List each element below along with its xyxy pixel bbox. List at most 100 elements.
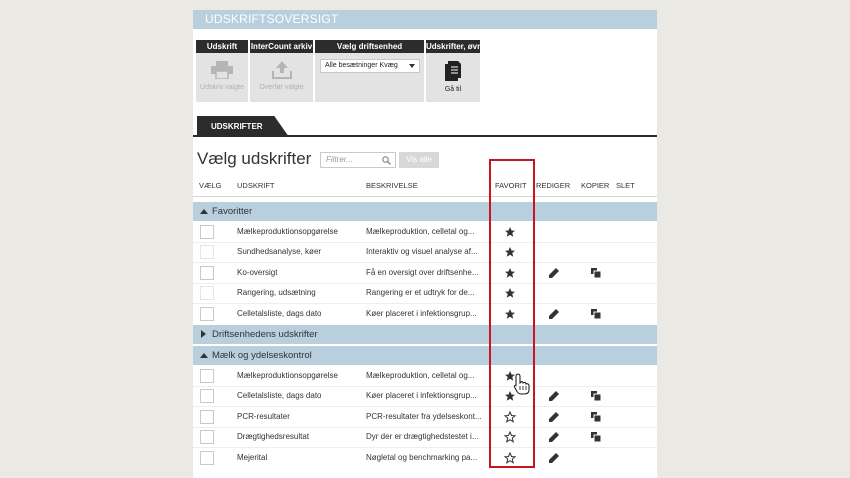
section-title: Driftsenhedens udskrifter: [212, 329, 318, 340]
chevron-up-icon: [200, 353, 208, 358]
report-name[interactable]: Ko-oversigt: [237, 268, 277, 277]
chevron-up-icon: [200, 209, 208, 214]
report-name[interactable]: Rangering, udsætning: [237, 288, 316, 297]
row-checkbox[interactable]: [200, 307, 214, 321]
row-checkbox[interactable]: [200, 245, 214, 259]
unit-group: Vælg driftsenhed Alle besætninger Kvæg: [315, 40, 424, 102]
hand-pointer-icon: [513, 373, 530, 395]
report-description: Dyr der er drægtighedstestet i...: [366, 432, 479, 441]
goto-label: Gå til: [444, 86, 462, 93]
col-header-copy: KOPIER: [581, 181, 610, 190]
report-description: Mælkeproduktion, celletal og...: [366, 227, 475, 236]
copy-icon[interactable]: [591, 412, 601, 422]
printer-icon: [211, 61, 233, 79]
report-description: Rangering er et udtryk for de...: [366, 288, 475, 297]
star-filled-icon[interactable]: [504, 267, 516, 279]
table-row: Celletalsliste, dags dato Køer placeret …: [193, 386, 657, 406]
table-row: Mælkeproduktionsopgørelse Mælkeproduktio…: [193, 366, 657, 386]
pencil-icon[interactable]: [549, 432, 559, 442]
report-name[interactable]: Mælkeproduktionsopgørelse: [237, 227, 338, 236]
unit-select[interactable]: Alle besætninger Kvæg: [320, 59, 420, 73]
star-outline-icon[interactable]: [504, 452, 516, 464]
table-row: Mejerital Nøgletal og benchmarking pa...: [193, 448, 657, 468]
col-header-edit: REDIGER: [536, 181, 571, 190]
report-description: Nøgletal og benchmarking pa...: [366, 453, 478, 462]
col-header-description: BESKRIVELSE: [366, 181, 418, 190]
tab-bar: UDSKRIFTER: [193, 116, 657, 137]
row-checkbox[interactable]: [200, 369, 214, 383]
copy-icon[interactable]: [591, 268, 601, 278]
row-checkbox[interactable]: [200, 286, 214, 300]
star-filled-icon[interactable]: [504, 226, 516, 238]
goto-button[interactable]: Gå til: [426, 53, 480, 102]
pencil-icon[interactable]: [549, 453, 559, 463]
report-description: Interaktiv og visuel analyse af...: [366, 247, 478, 256]
copy-icon[interactable]: [591, 432, 601, 442]
star-filled-icon[interactable]: [504, 287, 516, 299]
section-header-favoritter[interactable]: Favoritter: [193, 202, 657, 221]
chevron-down-icon: [409, 64, 415, 68]
unit-group-header: Vælg driftsenhed: [315, 40, 424, 53]
report-description: Køer placeret i infektionsgrup...: [366, 309, 477, 318]
table-row: PCR-resultater PCR-resultater fra ydelse…: [193, 407, 657, 427]
filter-placeholder: Filtrer...: [326, 155, 353, 164]
copy-icon[interactable]: [591, 309, 601, 319]
row-checkbox[interactable]: [200, 410, 214, 424]
report-description: Få en oversigt over driftsenhe...: [366, 268, 479, 277]
transfer-selected-button[interactable]: Overfør valgte: [250, 53, 313, 102]
report-overview-window: UDSKRIFTSOVERSIGT Udskrift Udskriv valgt…: [193, 10, 657, 478]
print-group: Udskrift Udskriv valgte: [196, 40, 248, 102]
table-row: Sundhedsanalyse, køer Interaktiv og visu…: [193, 242, 657, 262]
report-name[interactable]: Drægtighedsresultat: [237, 432, 309, 441]
table-row: Rangering, udsætning Rangering er et udt…: [193, 283, 657, 303]
section-title: Favoritter: [212, 206, 253, 217]
document-icon: [445, 61, 461, 81]
table-row: Mælkeproduktionsopgørelse Mælkeproduktio…: [193, 222, 657, 242]
col-header-report: UDSKRIFT: [237, 181, 275, 190]
report-name[interactable]: PCR-resultater: [237, 412, 290, 421]
upload-icon: [271, 61, 292, 79]
star-filled-icon[interactable]: [504, 308, 516, 320]
report-name[interactable]: Celletalsliste, dags dato: [237, 391, 322, 400]
report-description: Køer placeret i infektionsgrup...: [366, 391, 477, 400]
filter-input[interactable]: Filtrer...: [320, 152, 396, 168]
section-header-maelk[interactable]: Mælk og ydelseskontrol: [193, 346, 657, 365]
row-checkbox[interactable]: [200, 225, 214, 239]
report-name[interactable]: Mejerital: [237, 453, 267, 462]
search-icon: [382, 156, 391, 165]
report-name[interactable]: Sundhedsanalyse, køer: [237, 247, 321, 256]
tab-udskrifter[interactable]: UDSKRIFTER: [197, 116, 289, 137]
copy-icon[interactable]: [591, 391, 601, 401]
pencil-icon[interactable]: [549, 309, 559, 319]
other-reports-group: Udskrifter, øvr. Gå til: [426, 40, 480, 102]
report-name[interactable]: Celletalsliste, dags dato: [237, 309, 322, 318]
transfer-selected-label: Overfør valgte: [259, 84, 304, 91]
print-selected-label: Udskriv valgte: [200, 84, 244, 91]
other-reports-header: Udskrifter, øvr.: [426, 40, 480, 53]
table-row: Ko-oversigt Få en oversigt over driftsen…: [193, 263, 657, 283]
section-title: Mælk og ydelseskontrol: [212, 350, 312, 361]
row-checkbox[interactable]: [200, 451, 214, 465]
pencil-icon[interactable]: [549, 268, 559, 278]
row-checkbox[interactable]: [200, 389, 214, 403]
show-all-button[interactable]: Vis alle: [399, 152, 439, 168]
print-group-header: Udskrift: [196, 40, 248, 53]
pencil-icon[interactable]: [549, 391, 559, 401]
star-filled-icon[interactable]: [504, 246, 516, 258]
col-header-select: VÆLG: [199, 181, 222, 190]
pencil-icon[interactable]: [549, 412, 559, 422]
print-selected-button[interactable]: Udskriv valgte: [196, 53, 248, 102]
report-name[interactable]: Mælkeproduktionsopgørelse: [237, 371, 338, 380]
report-description: Mælkeproduktion, celletal og...: [366, 371, 475, 380]
table-row: Celletalsliste, dags dato Køer placeret …: [193, 304, 657, 324]
star-outline-icon[interactable]: [504, 431, 516, 443]
window-title: UDSKRIFTSOVERSIGT: [193, 10, 657, 29]
star-outline-icon[interactable]: [504, 411, 516, 423]
section-header-driftsenhedens[interactable]: Driftsenhedens udskrifter: [193, 325, 657, 344]
row-checkbox[interactable]: [200, 430, 214, 444]
chevron-right-icon: [201, 330, 206, 338]
unit-select-value: Alle besætninger Kvæg: [325, 62, 398, 69]
archive-group-header: InterCount arkiv: [250, 40, 313, 53]
row-checkbox[interactable]: [200, 266, 214, 280]
col-header-delete: SLET: [616, 181, 635, 190]
